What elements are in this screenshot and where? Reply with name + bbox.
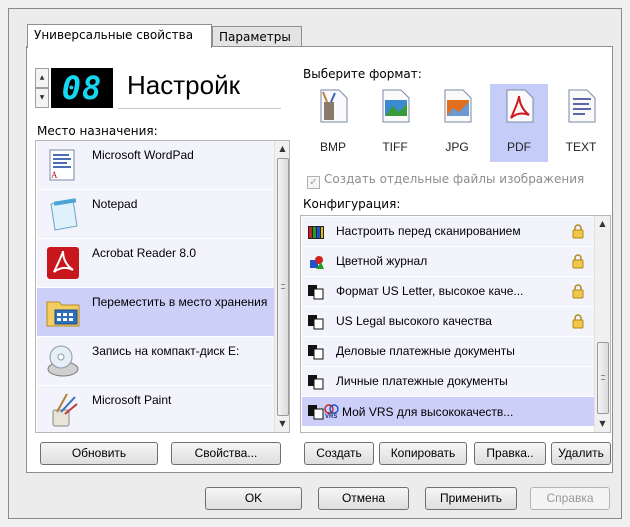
destination-item-label: Запись на компакт-диск E: (92, 344, 240, 358)
format-bmp[interactable]: BMP (304, 84, 362, 162)
separate-files-checkbox[interactable]: ✓ Создать отдельные файлы изображения (307, 172, 584, 189)
format-label-text: BMP (319, 140, 346, 154)
destination-item-notepad[interactable]: Notepad (37, 190, 274, 238)
checkbox-check-icon: ✓ (307, 176, 320, 189)
cancel-button[interactable]: Отмена (318, 487, 409, 510)
tiff-icon (382, 89, 410, 123)
destination-label: Место назначения: (37, 124, 158, 138)
config-item-label: Цветной журнал (336, 254, 428, 268)
scroll-up-arrow-icon[interactable]: ▲ (275, 141, 289, 157)
format-label-text: TIFF (382, 140, 408, 154)
bw-document-icon (308, 285, 324, 300)
scroll-thumb[interactable] (597, 342, 609, 414)
configuration-scrollbar[interactable]: ▲ ▼ (594, 216, 610, 432)
refresh-button[interactable]: Обновить (40, 442, 158, 465)
pdf-icon (506, 89, 534, 123)
cd-burn-icon (47, 345, 79, 377)
ok-button[interactable]: OK (205, 487, 302, 510)
notepad-icon (50, 198, 78, 231)
profile-name: Настройк (127, 70, 240, 100)
create-button[interactable]: Создать (304, 442, 374, 465)
lock-icon (572, 314, 584, 329)
tab-parameters[interactable]: Параметры (212, 26, 302, 46)
tab-label: Универсальные свойства (34, 28, 194, 42)
spinner-up-button[interactable]: ▲ (35, 68, 49, 88)
config-item-label-row: VRS Мой VRS для высококачеств... (324, 404, 514, 420)
tab-label: Параметры (219, 30, 291, 44)
format-label-text: JPG (445, 140, 469, 154)
bw-document-icon (308, 405, 324, 420)
config-item-label: Личные платежные документы (336, 374, 508, 388)
destination-item-label: Acrobat Reader 8.0 (92, 246, 197, 260)
format-label: Выберите формат: (303, 67, 422, 81)
scroll-up-arrow-icon[interactable]: ▲ (595, 216, 610, 232)
edit-button[interactable]: Правка.. (474, 442, 546, 465)
bw-document-icon (308, 315, 324, 330)
lock-icon (572, 284, 584, 299)
config-label: Конфигурация: (303, 197, 401, 211)
format-text[interactable]: TEXT (552, 84, 610, 162)
spinner-down-button[interactable]: ▼ (35, 88, 49, 108)
scroll-down-arrow-icon[interactable]: ▼ (275, 416, 289, 432)
copy-button[interactable]: Копировать (379, 442, 467, 465)
profile-spinner[interactable]: ▲ ▼ (35, 68, 49, 108)
format-label-text: TEXT (565, 140, 597, 154)
config-item-label: US Legal высокого качества (336, 314, 492, 328)
config-item-selected[interactable]: VRS Мой VRS для высококачеств... (302, 397, 594, 426)
svg-text:VRS: VRS (325, 414, 337, 418)
profile-name-underline (118, 108, 281, 109)
destination-item-acrobat[interactable]: Acrobat Reader 8.0 (37, 239, 274, 287)
properties-button[interactable]: Свойства... (171, 442, 281, 465)
scroll-down-arrow-icon[interactable]: ▼ (595, 416, 610, 432)
lock-icon (572, 224, 584, 239)
profile-number-display: 08 (51, 68, 113, 108)
vrs-icon: VRS (324, 404, 339, 420)
config-item[interactable]: US Legal высокого качества (302, 307, 594, 336)
format-tiff[interactable]: TIFF (366, 84, 424, 162)
acrobat-icon (47, 247, 79, 279)
format-pdf[interactable]: PDF (490, 84, 548, 162)
color-shapes-icon (310, 256, 324, 269)
destination-item-move-to-storage[interactable]: Переместить в место хранения (37, 288, 274, 336)
scan-config-icon (308, 226, 324, 239)
bw-document-icon (308, 375, 324, 390)
destination-item-label: Microsoft WordPad (92, 148, 194, 162)
destination-item-label: Notepad (92, 197, 138, 211)
config-item-label: Настроить перед сканированием (336, 224, 521, 238)
scroll-thumb[interactable] (277, 158, 289, 416)
destination-item-wordpad[interactable]: A Microsoft WordPad (37, 141, 274, 189)
format-label-text: PDF (507, 140, 531, 154)
folder-icon (46, 301, 80, 327)
help-button[interactable]: Справка (530, 487, 610, 510)
destination-item-cd-burn[interactable]: Запись на компакт-диск E: (37, 337, 274, 385)
apply-button[interactable]: Применить (425, 487, 517, 510)
config-item[interactable]: Формат US Letter, высокое каче... (302, 277, 594, 306)
wordpad-icon: A (49, 149, 75, 181)
bmp-icon (320, 89, 348, 123)
config-item[interactable]: Настроить перед сканированием (302, 217, 594, 246)
config-item[interactable]: Деловые платежные документы (302, 337, 594, 366)
destination-scrollbar[interactable]: ▲ ▼ (274, 141, 289, 432)
paint-icon (52, 393, 78, 427)
svg-text:A: A (51, 170, 58, 180)
config-item[interactable]: Личные платежные документы (302, 367, 594, 396)
format-jpg[interactable]: JPG (428, 84, 486, 162)
bw-document-icon (308, 345, 324, 360)
jpg-icon (444, 89, 472, 123)
config-item[interactable]: Цветной журнал (302, 247, 594, 276)
text-icon (568, 89, 596, 123)
destination-item-label: Переместить в место хранения (92, 295, 268, 309)
checkbox-label: Создать отдельные файлы изображения (324, 172, 585, 186)
tab-universal-properties[interactable]: Универсальные свойства (27, 24, 212, 48)
config-item-label: Деловые платежные документы (336, 344, 515, 358)
delete-button[interactable]: Удалить (551, 442, 611, 465)
destination-item-paint[interactable]: Microsoft Paint (37, 386, 274, 432)
configuration-list[interactable]: Настроить перед сканированием Цветной жу… (300, 215, 611, 433)
lock-icon (572, 254, 584, 269)
destination-item-label: Microsoft Paint (92, 393, 172, 407)
destination-list[interactable]: A Microsoft WordPad Notepad Acrobat Read… (35, 140, 290, 433)
config-item-label: Мой VRS для высококачеств... (342, 405, 514, 419)
config-item-label: Формат US Letter, высокое каче... (336, 284, 524, 298)
